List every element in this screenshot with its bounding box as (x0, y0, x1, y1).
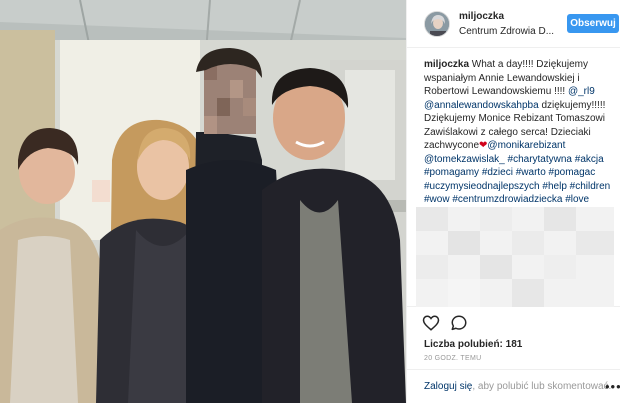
caption-body: What a day!!!! Dziękujemy wspaniałym Ann… (424, 59, 610, 219)
login-prompt: Zaloguj się, aby polubić lub skomentować… (424, 381, 611, 392)
post-header: miljoczka Centrum Zdrowia D... Obserwuj (407, 0, 620, 48)
location-link[interactable]: Centrum Zdrowia D... (459, 26, 554, 37)
login-link[interactable]: Zaloguj się (424, 381, 472, 392)
mention-link[interactable]: @monikarebizant (487, 140, 565, 151)
mention-link[interactable]: @tomekzawislak_ (424, 154, 505, 165)
follow-button[interactable]: Obserwuj (567, 14, 619, 33)
hashtag-link[interactable]: #uczymysieodnajlepszych (424, 181, 540, 192)
hashtag-link[interactable]: #centrumzdrowiadziecka (452, 194, 562, 205)
likes-count[interactable]: Liczba polubień: 181 (424, 339, 522, 350)
hashtag-link[interactable]: #love (565, 194, 589, 205)
caption-author[interactable]: miljoczka (424, 59, 469, 70)
post-timestamp[interactable]: 20 GODZ. TEMU (424, 355, 481, 362)
hashtag-link[interactable]: #help (542, 181, 566, 192)
hashtag-link[interactable]: #wow (424, 194, 450, 205)
mention-link[interactable]: @_rl9 (568, 86, 595, 97)
post-photo[interactable] (0, 0, 406, 403)
avatar[interactable] (424, 11, 450, 37)
hashtag-link[interactable]: #dzieci (482, 167, 513, 178)
divider (407, 369, 620, 370)
post-sidebar: miljoczka Centrum Zdrowia D... Obserwuj … (406, 0, 620, 403)
post-caption: miljoczka What a day!!!! Dziękujemy wspa… (424, 58, 616, 220)
heart-icon[interactable] (422, 314, 440, 332)
hashtag-link[interactable]: #children (570, 181, 611, 192)
comment-icon[interactable] (450, 314, 468, 332)
hashtag-link[interactable]: #pomagac (549, 167, 596, 178)
hashtag-link[interactable]: #akcja (575, 154, 604, 165)
more-icon[interactable]: ••• (605, 379, 620, 394)
hashtag-link[interactable]: #charytatywna (508, 154, 572, 165)
login-prompt-text: , aby polubić lub skomentować. (472, 381, 612, 392)
hashtag-link[interactable]: #warto (516, 167, 546, 178)
username-link[interactable]: miljoczka (459, 11, 504, 22)
photo-image (0, 0, 406, 403)
redacted-comment-area (416, 207, 614, 307)
mention-link[interactable]: @annalewandowskahpba (424, 100, 539, 111)
hashtag-link[interactable]: #pomagamy (424, 167, 479, 178)
avatar-image (425, 12, 449, 36)
